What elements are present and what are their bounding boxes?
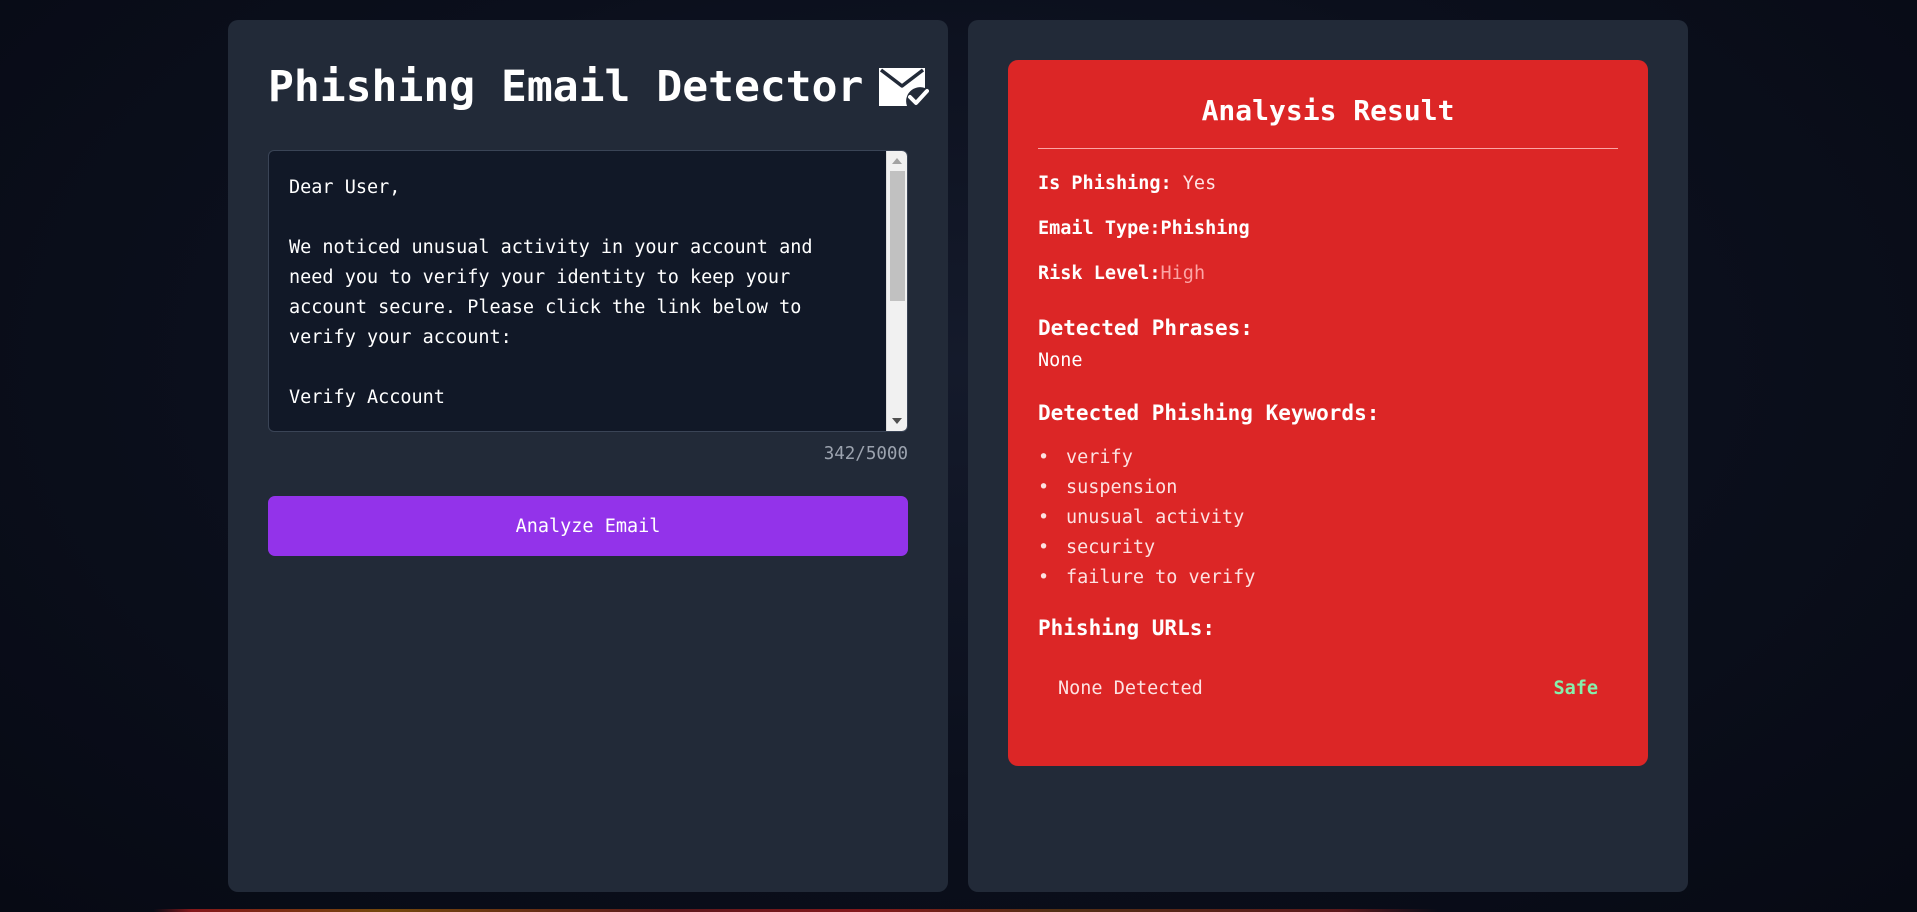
mail-check-icon <box>877 64 930 110</box>
keyword-item: verify <box>1038 443 1255 473</box>
character-counter: 342/5000 <box>823 444 908 464</box>
result-divider <box>1038 148 1618 149</box>
analysis-result-card: Analysis Result Is Phishing: Yes Email T… <box>1008 60 1648 766</box>
is-phishing-label: Is Phishing: <box>1038 173 1172 194</box>
email-type-row: Email Type:Phishing <box>1038 218 1250 239</box>
risk-level-label: Risk Level: <box>1038 263 1161 284</box>
phishing-keywords-list: verify suspension unusual activity secur… <box>1038 443 1255 593</box>
phishing-urls-heading: Phishing URLs: <box>1038 616 1216 640</box>
analyze-email-button[interactable]: Analyze Email <box>268 496 908 556</box>
phishing-keywords-heading: Detected Phishing Keywords: <box>1038 401 1380 425</box>
result-title: Analysis Result <box>1201 94 1455 127</box>
is-phishing-row: Is Phishing: Yes <box>1038 173 1216 194</box>
scroll-up-arrow-icon[interactable] <box>892 158 902 164</box>
email-text-content[interactable]: Dear User, We noticed unusual activity i… <box>289 173 867 413</box>
email-textarea[interactable]: Dear User, We noticed unusual activity i… <box>268 150 908 432</box>
scroll-thumb[interactable] <box>890 171 905 301</box>
email-type-label: Email Type: <box>1038 218 1161 239</box>
is-phishing-value: Yes <box>1182 173 1217 194</box>
detected-phrases-value: None <box>1038 350 1083 371</box>
keyword-item: suspension <box>1038 473 1255 503</box>
input-panel: Phishing Email Detector Dear User, We no… <box>228 20 948 892</box>
risk-level-value: High <box>1160 263 1206 284</box>
textarea-scrollbar[interactable] <box>886 151 907 431</box>
scroll-down-arrow-icon[interactable] <box>892 418 902 424</box>
keyword-item: failure to verify <box>1038 563 1255 593</box>
risk-level-row: Risk Level:High <box>1038 263 1205 284</box>
phishing-url-row: None Detected Safe <box>1058 678 1598 699</box>
result-panel: Analysis Result Is Phishing: Yes Email T… <box>968 20 1688 892</box>
detected-phrases-heading: Detected Phrases: <box>1038 316 1253 340</box>
keyword-item: unusual activity <box>1038 503 1255 533</box>
title-row: Phishing Email Detector <box>268 62 930 112</box>
phishing-url-text: None Detected <box>1058 678 1203 699</box>
email-type-value: Phishing <box>1160 218 1250 239</box>
keyword-item: security <box>1038 533 1255 563</box>
url-status-badge: Safe <box>1553 678 1598 699</box>
page-title: Phishing Email Detector <box>268 62 864 112</box>
